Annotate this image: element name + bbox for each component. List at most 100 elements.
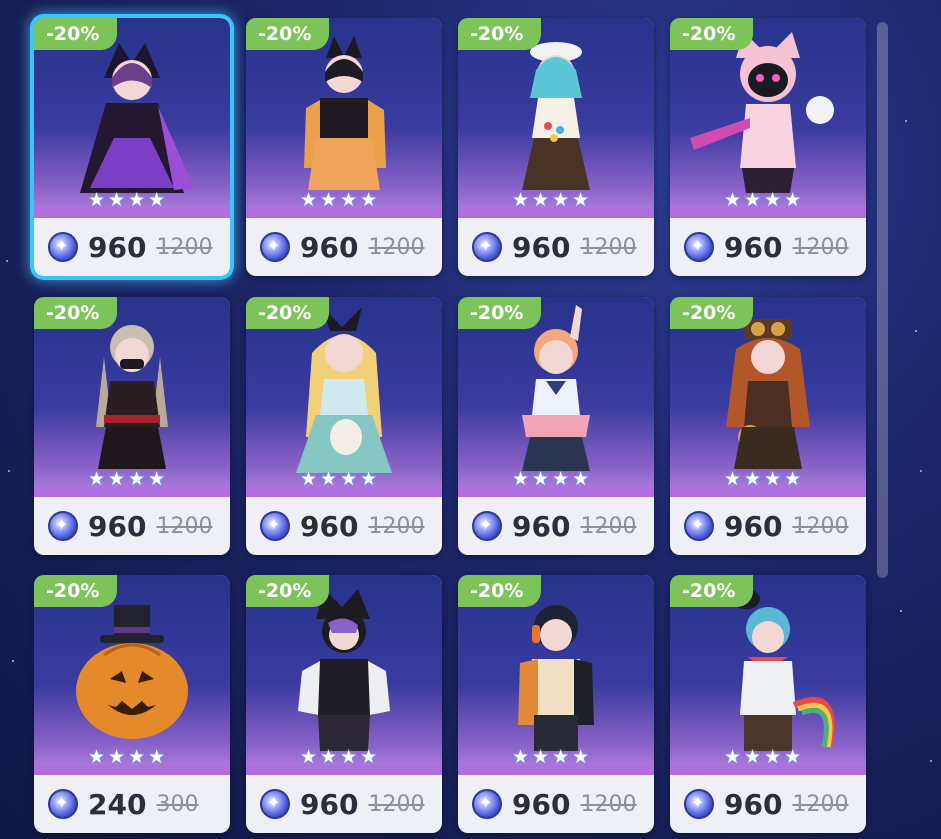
costume-card[interactable]: -20% ★★★★ 960 1200 [670, 297, 866, 555]
original-price: 1200 [580, 234, 637, 260]
discount-badge: -20% [670, 297, 754, 329]
star-icon: ★ [512, 468, 530, 490]
crystal-gem-icon [48, 232, 78, 262]
costume-card[interactable]: -20% ★★★★ 960 1200 [458, 575, 654, 833]
price-row: 960 1200 [34, 218, 230, 276]
star-icon: ★ [88, 746, 106, 768]
crystal-gem-icon [48, 789, 78, 819]
star-icon: ★ [784, 189, 802, 211]
original-price: 300 [156, 791, 199, 817]
costume-card[interactable]: -20% ★★★★ 960 1200 [246, 18, 442, 276]
star-icon: ★ [744, 468, 762, 490]
crystal-gem-icon [472, 232, 502, 262]
star-icon: ★ [148, 746, 166, 768]
star-icon: ★ [108, 468, 126, 490]
discount-badge: -20% [34, 18, 118, 50]
rarity-stars: ★ ★ ★ ★ [512, 747, 589, 767]
rarity-stars: ★ ★ ★ ★ [88, 469, 165, 489]
star-icon: ★ [148, 468, 166, 490]
rarity-stars: ★ ★ ★ ★ [300, 747, 377, 767]
star-icon: ★ [128, 468, 146, 490]
star-icon: ★ [360, 468, 378, 490]
star-icon: ★ [724, 746, 742, 768]
original-price: 1200 [580, 513, 637, 539]
costume-card[interactable]: -20% ★★★★ 960 1200 [670, 18, 866, 276]
discount-badge: -20% [246, 18, 330, 50]
original-price: 1200 [368, 234, 425, 260]
star-icon: ★ [300, 189, 318, 211]
star-icon: ★ [88, 468, 106, 490]
star-icon: ★ [512, 746, 530, 768]
star-icon: ★ [552, 746, 570, 768]
sale-price: 960 [88, 509, 147, 543]
sale-price: 960 [724, 787, 783, 821]
discount-badge: -20% [670, 575, 754, 607]
crystal-gem-icon [684, 511, 714, 541]
discount-badge: -20% [458, 18, 542, 50]
star-icon: ★ [360, 189, 378, 211]
costume-card[interactable]: -20% ★★★★ 960 1200 [670, 575, 866, 833]
star-icon: ★ [512, 189, 530, 211]
costume-card[interactable]: -20% ★★★★ 960 1200 [34, 297, 230, 555]
star-icon: ★ [764, 746, 782, 768]
sale-price: 960 [300, 509, 359, 543]
costume-card[interactable]: -20% ★★★★ 960 1200 [34, 18, 230, 276]
star-icon: ★ [148, 189, 166, 211]
discount-badge: -20% [670, 18, 754, 50]
rarity-stars: ★ ★ ★ ★ [512, 469, 589, 489]
costume-card[interactable]: -20% ★★★★ 960 1200 [246, 575, 442, 833]
sale-price: 960 [724, 509, 783, 543]
star-icon: ★ [340, 746, 358, 768]
discount-badge: -20% [246, 575, 330, 607]
original-price: 1200 [792, 791, 849, 817]
star-icon: ★ [340, 189, 358, 211]
sale-price: 240 [88, 787, 147, 821]
costume-card[interactable]: -20% ★★★★ 960 1200 [458, 18, 654, 276]
sale-price: 960 [724, 230, 783, 264]
price-row: 960 1200 [670, 218, 866, 276]
price-row: 960 1200 [246, 218, 442, 276]
rarity-stars: ★ ★ ★ ★ [300, 190, 377, 210]
original-price: 1200 [368, 513, 425, 539]
rarity-stars: ★ ★ ★ ★ [724, 190, 801, 210]
price-row: 960 1200 [246, 497, 442, 555]
costume-card[interactable]: -20% ★★★★ 240 300 [34, 575, 230, 833]
sale-price: 960 [300, 787, 359, 821]
discount-badge: -20% [34, 297, 118, 329]
star-icon: ★ [532, 189, 550, 211]
star-icon: ★ [88, 189, 106, 211]
costume-card[interactable]: -20% ★★★★ 960 1200 [458, 297, 654, 555]
star-icon: ★ [572, 189, 590, 211]
original-price: 1200 [792, 234, 849, 260]
star-icon: ★ [108, 746, 126, 768]
star-icon: ★ [784, 468, 802, 490]
rarity-stars: ★ ★ ★ ★ [724, 469, 801, 489]
star-icon: ★ [744, 189, 762, 211]
original-price: 1200 [156, 234, 213, 260]
original-price: 1200 [156, 513, 213, 539]
original-price: 1200 [580, 791, 637, 817]
star-icon: ★ [320, 189, 338, 211]
sale-price: 960 [300, 230, 359, 264]
discount-badge: -20% [246, 297, 330, 329]
sale-price: 960 [88, 230, 147, 264]
star-icon: ★ [784, 746, 802, 768]
price-row: 960 1200 [670, 497, 866, 555]
rarity-stars: ★ ★ ★ ★ [724, 747, 801, 767]
rarity-stars: ★ ★ ★ ★ [88, 747, 165, 767]
star-icon: ★ [572, 746, 590, 768]
costume-card[interactable]: -20% ★★★★ 960 1200 [246, 297, 442, 555]
scrollbar[interactable] [877, 22, 888, 578]
discount-badge: -20% [34, 575, 118, 607]
crystal-gem-icon [260, 511, 290, 541]
price-row: 960 1200 [246, 775, 442, 833]
price-row: 960 1200 [458, 497, 654, 555]
discount-badge: -20% [458, 575, 542, 607]
star-icon: ★ [320, 468, 338, 490]
star-icon: ★ [320, 746, 338, 768]
crystal-gem-icon [260, 789, 290, 819]
star-icon: ★ [744, 746, 762, 768]
crystal-gem-icon [260, 232, 290, 262]
original-price: 1200 [368, 791, 425, 817]
price-row: 960 1200 [670, 775, 866, 833]
